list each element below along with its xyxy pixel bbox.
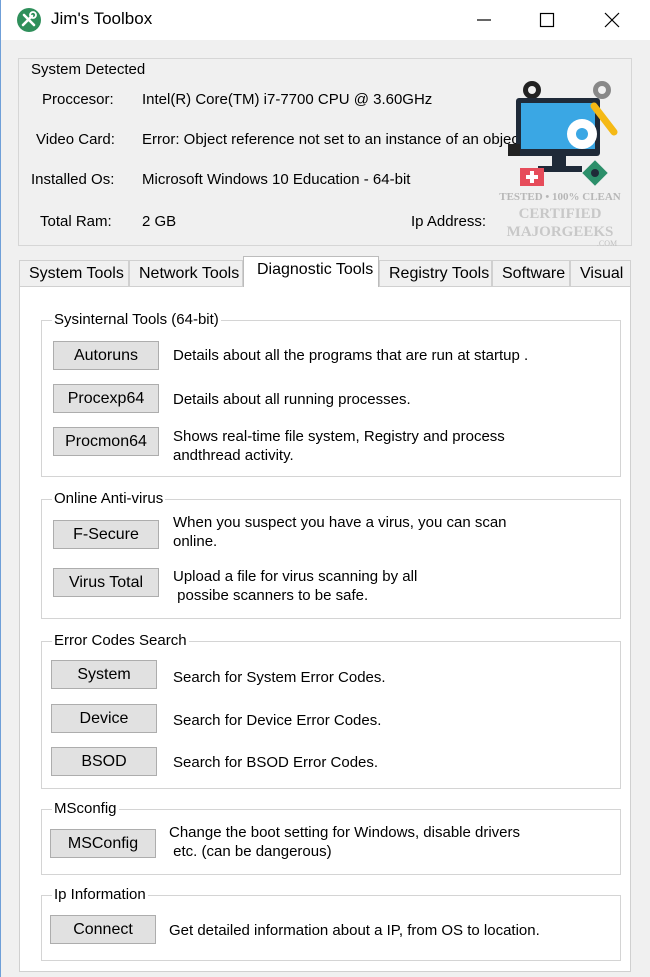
system-detected-legend: System Detected bbox=[31, 61, 146, 78]
autoruns-description: Details about all the programs that are … bbox=[173, 347, 529, 364]
tab-visual[interactable]: Visual bbox=[570, 260, 631, 287]
minimize-icon bbox=[477, 19, 491, 21]
maximize-button[interactable] bbox=[516, 0, 578, 40]
procexp64-button[interactable]: Procexp64 bbox=[53, 384, 159, 413]
procmon64-description-line2: andthread activity. bbox=[173, 447, 294, 464]
bsod-error-codes-button[interactable]: BSOD bbox=[51, 747, 157, 776]
f-secure-button[interactable]: F-Secure bbox=[53, 520, 159, 549]
close-button[interactable] bbox=[581, 0, 643, 40]
toolbox-app-icon bbox=[17, 8, 41, 32]
sysinternal-tools-legend: Sysinternal Tools (64-bit) bbox=[52, 311, 221, 328]
online-antivirus-legend: Online Anti-virus bbox=[52, 490, 166, 507]
tab-software[interactable]: Software bbox=[492, 260, 570, 287]
total-ram-label: Total Ram: bbox=[40, 213, 112, 230]
autoruns-button[interactable]: Autoruns bbox=[53, 341, 159, 370]
tab-network-tools[interactable]: Network Tools bbox=[129, 260, 243, 287]
virus-total-description-line1: Upload a file for virus scanning by all bbox=[173, 568, 418, 585]
f-secure-description-line1: When you suspect you have a virus, you c… bbox=[173, 514, 507, 531]
system-error-codes-button[interactable]: System bbox=[51, 660, 157, 689]
minimize-button[interactable] bbox=[453, 0, 515, 40]
processor-label: Proccesor: bbox=[42, 91, 114, 108]
f-secure-description-line2: online. bbox=[173, 533, 218, 550]
bsod-error-codes-description: Search for BSOD Error Codes. bbox=[173, 754, 379, 771]
window-title: Jim's Toolbox bbox=[51, 9, 153, 28]
tab-strip: System Tools Network Tools Diagnostic To… bbox=[19, 256, 631, 287]
procexp64-description: Details about all running processes. bbox=[173, 391, 411, 408]
app-window: Jim's Toolbox System Detected Proccesor:… bbox=[0, 0, 650, 977]
svg-text:MAJORGEEKS: MAJORGEEKS bbox=[507, 224, 614, 240]
msconfig-description-line1: Change the boot setting for Windows, dis… bbox=[169, 824, 521, 841]
error-codes-search-legend: Error Codes Search bbox=[52, 632, 189, 649]
svg-text:.COM: .COM bbox=[597, 239, 617, 248]
virus-total-button[interactable]: Virus Total bbox=[53, 568, 159, 597]
title-bar: Jim's Toolbox bbox=[1, 0, 650, 40]
installed-os-value: Microsoft Windows 10 Education - 64-bit bbox=[142, 171, 411, 188]
ip-information-description: Get detailed information about a IP, fro… bbox=[169, 922, 540, 939]
system-error-codes-description: Search for System Error Codes. bbox=[173, 669, 386, 686]
close-icon bbox=[604, 12, 620, 28]
connect-button[interactable]: Connect bbox=[50, 915, 156, 944]
device-error-codes-button[interactable]: Device bbox=[51, 704, 157, 733]
svg-text:TESTED • 100% CLEAN: TESTED • 100% CLEAN bbox=[499, 191, 621, 203]
video-card-value: Error: Object reference not set to an in… bbox=[142, 131, 528, 148]
device-error-codes-description: Search for Device Error Codes. bbox=[173, 712, 382, 729]
virus-total-description-line2: possibe scanners to be safe. bbox=[173, 587, 369, 604]
msconfig-legend: MSconfig bbox=[52, 800, 119, 817]
installed-os-label: Installed Os: bbox=[31, 171, 115, 188]
procmon64-button[interactable]: Procmon64 bbox=[53, 427, 159, 456]
msconfig-description-line2: etc. (can be dangerous) bbox=[169, 843, 332, 860]
svg-text:CERTIFIED: CERTIFIED bbox=[519, 206, 602, 222]
tab-diagnostic-tools[interactable]: Diagnostic Tools bbox=[243, 256, 379, 287]
total-ram-value: 2 GB bbox=[142, 213, 177, 230]
processor-value: Intel(R) Core(TM) i7-7700 CPU @ 3.60GHz bbox=[142, 91, 433, 108]
tab-system-tools[interactable]: System Tools bbox=[19, 260, 129, 287]
maximize-icon bbox=[539, 12, 555, 28]
computer-tools-logo-icon bbox=[494, 78, 624, 198]
tab-registry-tools[interactable]: Registry Tools bbox=[379, 260, 492, 287]
procmon64-description-line1: Shows real-time file system, Registry an… bbox=[173, 428, 505, 445]
majorgeeks-watermark: TESTED • 100% CLEAN CERTIFIED MAJORGEEKS… bbox=[489, 188, 631, 248]
ip-information-legend: Ip Information bbox=[52, 886, 148, 903]
msconfig-button[interactable]: MSConfig bbox=[50, 829, 156, 858]
ip-address-label: Ip Address: bbox=[411, 213, 487, 230]
video-card-label: Video Card: bbox=[36, 131, 115, 148]
